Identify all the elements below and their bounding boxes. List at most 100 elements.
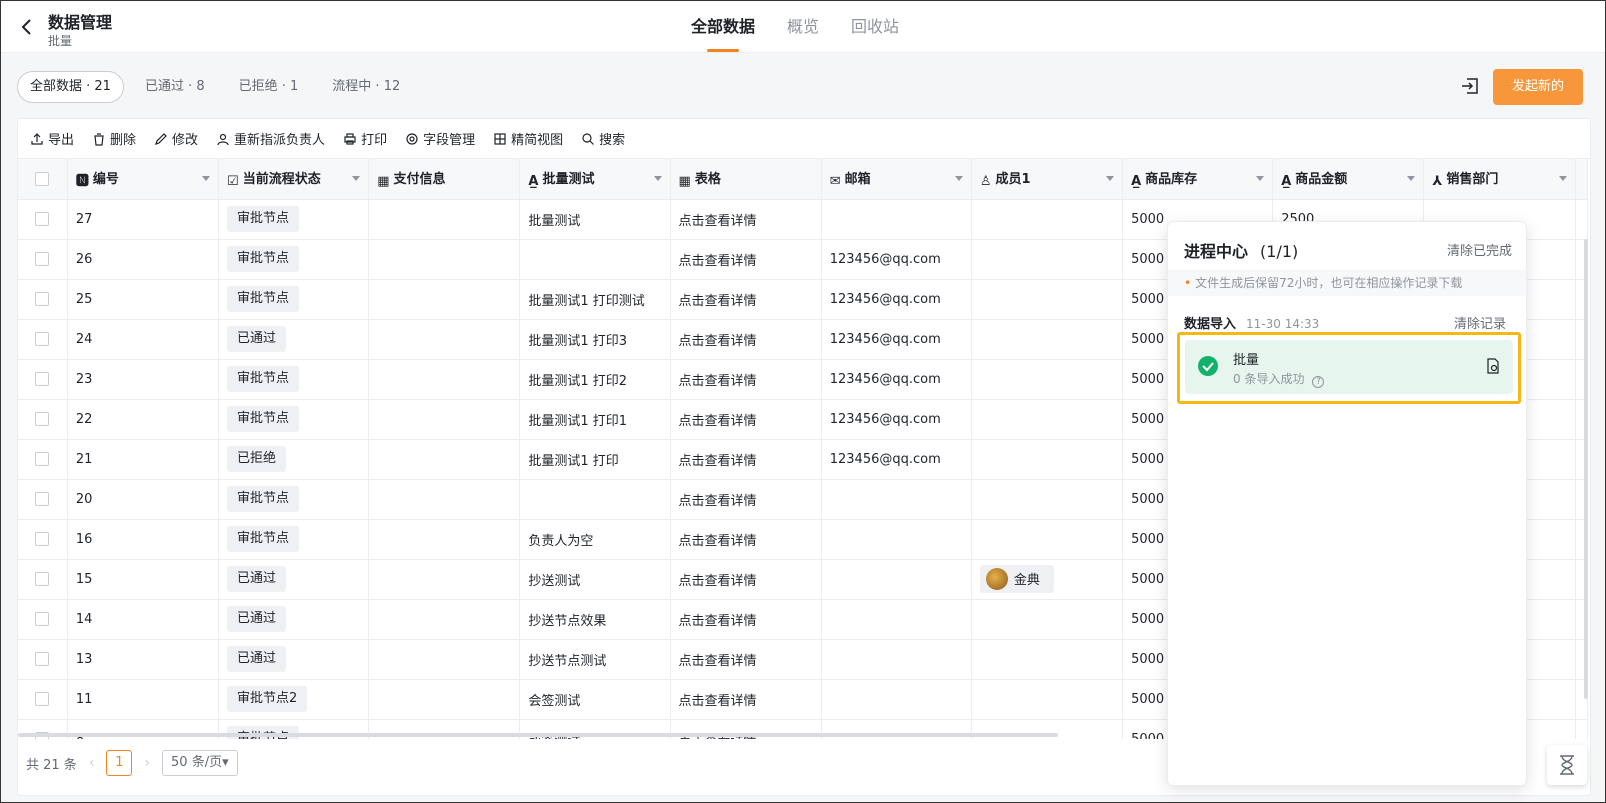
col-header-member[interactable]: ♙ 成员1	[971, 159, 1124, 200]
col-header-status[interactable]: ☑ 当前流程状态	[218, 159, 370, 200]
header-select-all[interactable]	[18, 159, 68, 200]
tab-overview[interactable]: 概览	[787, 1, 819, 53]
bullet-dot-icon: •	[1184, 276, 1192, 290]
sort-dropdown-icon[interactable]	[653, 176, 662, 181]
cell-table[interactable]: 点击查看详情	[670, 199, 822, 240]
cell-id: 11	[67, 679, 220, 720]
simple-view-button[interactable]: 精简视图	[493, 129, 563, 148]
cell-table[interactable]: 点击查看详情	[670, 359, 822, 400]
print-button[interactable]: 打印	[343, 129, 387, 148]
filter-rejected[interactable]: 已拒绝 · 1	[226, 71, 312, 103]
status-badge: 已通过	[227, 326, 287, 352]
row-select-cell[interactable]	[18, 479, 68, 520]
sort-dropdown-icon[interactable]	[954, 176, 963, 181]
row-checkbox[interactable]	[35, 292, 50, 306]
row-select-cell[interactable]	[18, 239, 68, 280]
page-number-button[interactable]: 1	[106, 750, 133, 776]
row-checkbox[interactable]	[35, 252, 50, 266]
sort-dropdown-icon[interactable]	[1407, 176, 1416, 181]
row-checkbox[interactable]	[35, 412, 50, 426]
row-select-cell[interactable]	[18, 199, 68, 240]
cell-table[interactable]: 点击查看详情	[670, 599, 822, 640]
tab-all-data[interactable]: 全部数据	[691, 1, 755, 53]
reassign-button[interactable]: 重新指派负责人	[216, 129, 325, 148]
row-checkbox[interactable]	[35, 332, 50, 346]
sort-dropdown-icon[interactable]	[202, 176, 211, 181]
filter-approved[interactable]: 已通过 · 8	[132, 71, 218, 103]
cell-table[interactable]: 点击查看详情	[670, 679, 822, 720]
select-all-checkbox[interactable]	[35, 171, 50, 186]
row-select-cell[interactable]	[18, 639, 68, 680]
cell-table[interactable]: 点击查看详情	[670, 399, 822, 440]
cell-table[interactable]: 点击查看详情	[670, 559, 822, 600]
col-header-dept[interactable]: ⅄ 销售部门	[1423, 159, 1576, 200]
col-header-email[interactable]: ✉ 邮箱	[821, 159, 972, 200]
page-header: 数据管理 批量 全部数据 概览 回收站	[1, 1, 1605, 53]
help-icon[interactable]: ?	[1312, 376, 1325, 388]
cell-batch	[519, 239, 671, 280]
row-select-cell[interactable]	[18, 439, 68, 480]
clear-completed-link[interactable]: 清除已完成	[1447, 240, 1512, 259]
cell-member	[971, 599, 1124, 640]
col-header-table[interactable]: ▦ 表格	[670, 159, 822, 200]
cell-member	[971, 399, 1124, 440]
cell-table[interactable]: 点击查看详情	[670, 319, 822, 360]
clear-records-link[interactable]: 清除记录	[1454, 313, 1506, 332]
row-checkbox[interactable]	[35, 692, 50, 706]
import-export-icon[interactable]	[1459, 75, 1481, 97]
row-checkbox[interactable]	[35, 612, 50, 626]
status-badge: 审批节点	[227, 526, 300, 552]
back-icon[interactable]	[19, 17, 35, 37]
file-icon[interactable]	[1485, 358, 1501, 374]
prev-page-icon[interactable]: ‹	[89, 755, 95, 771]
cell-table[interactable]: 点击查看详情	[670, 439, 822, 480]
row-checkbox[interactable]	[35, 452, 50, 466]
row-checkbox[interactable]	[35, 572, 50, 586]
sort-dropdown-icon[interactable]	[1256, 176, 1265, 181]
row-select-cell[interactable]	[18, 319, 68, 360]
col-header-batch[interactable]: A̲ 批量测试	[519, 159, 671, 200]
vertical-scrollbar[interactable]	[1584, 239, 1588, 699]
col-header-amount[interactable]: A̲ 商品金额	[1272, 159, 1425, 200]
filter-in-progress[interactable]: 流程中 · 12	[319, 71, 413, 103]
sort-dropdown-icon[interactable]	[1106, 176, 1115, 181]
col-header-id[interactable]: 🅽 编号	[67, 159, 220, 200]
row-select-cell[interactable]	[18, 359, 68, 400]
tab-recycle-bin[interactable]: 回收站	[851, 1, 899, 53]
new-entry-button[interactable]: 发起新的	[1493, 69, 1583, 105]
next-page-icon[interactable]: ›	[144, 755, 150, 771]
edit-button[interactable]: 修改	[154, 129, 198, 148]
cell-email: 123456@qq.com	[821, 439, 972, 480]
cell-table[interactable]: 点击查看详情	[670, 479, 822, 520]
page-size-select[interactable]: 50 条/页▾	[162, 750, 238, 776]
row-checkbox[interactable]	[35, 532, 50, 546]
row-checkbox[interactable]	[35, 492, 50, 506]
col-header-pay[interactable]: ▦ 支付信息	[368, 159, 521, 200]
sort-dropdown-icon[interactable]	[352, 176, 361, 181]
cell-table[interactable]: 点击查看详情	[670, 639, 822, 680]
export-button[interactable]: 导出	[30, 129, 74, 148]
cell-table[interactable]: 点击查看详情	[670, 279, 822, 320]
field-manage-button[interactable]: 字段管理	[405, 129, 475, 148]
sort-dropdown-icon[interactable]	[1558, 176, 1567, 181]
search-button[interactable]: 搜索	[581, 129, 625, 148]
cell-spacer	[1575, 199, 1589, 240]
row-select-cell[interactable]	[18, 559, 68, 600]
progress-center-button[interactable]	[1547, 745, 1587, 785]
delete-button[interactable]: 删除	[92, 129, 136, 148]
row-select-cell[interactable]	[18, 399, 68, 440]
filter-all[interactable]: 全部数据 · 21	[17, 71, 124, 103]
horizontal-scrollbar[interactable]	[18, 733, 1058, 737]
member-chip[interactable]: 金典	[979, 564, 1054, 593]
cell-table[interactable]: 点击查看详情	[670, 519, 822, 560]
col-header-stock[interactable]: A̲ 商品库存	[1122, 159, 1274, 200]
row-checkbox[interactable]	[35, 652, 50, 666]
row-select-cell[interactable]	[18, 599, 68, 640]
row-select-cell[interactable]	[18, 679, 68, 720]
row-select-cell[interactable]	[18, 519, 68, 560]
task-card[interactable]: 批量 0 条导入成功?	[1185, 340, 1513, 394]
row-checkbox[interactable]	[35, 212, 50, 226]
row-select-cell[interactable]	[18, 279, 68, 320]
row-checkbox[interactable]	[35, 372, 50, 386]
cell-table[interactable]: 点击查看详情	[670, 239, 822, 280]
